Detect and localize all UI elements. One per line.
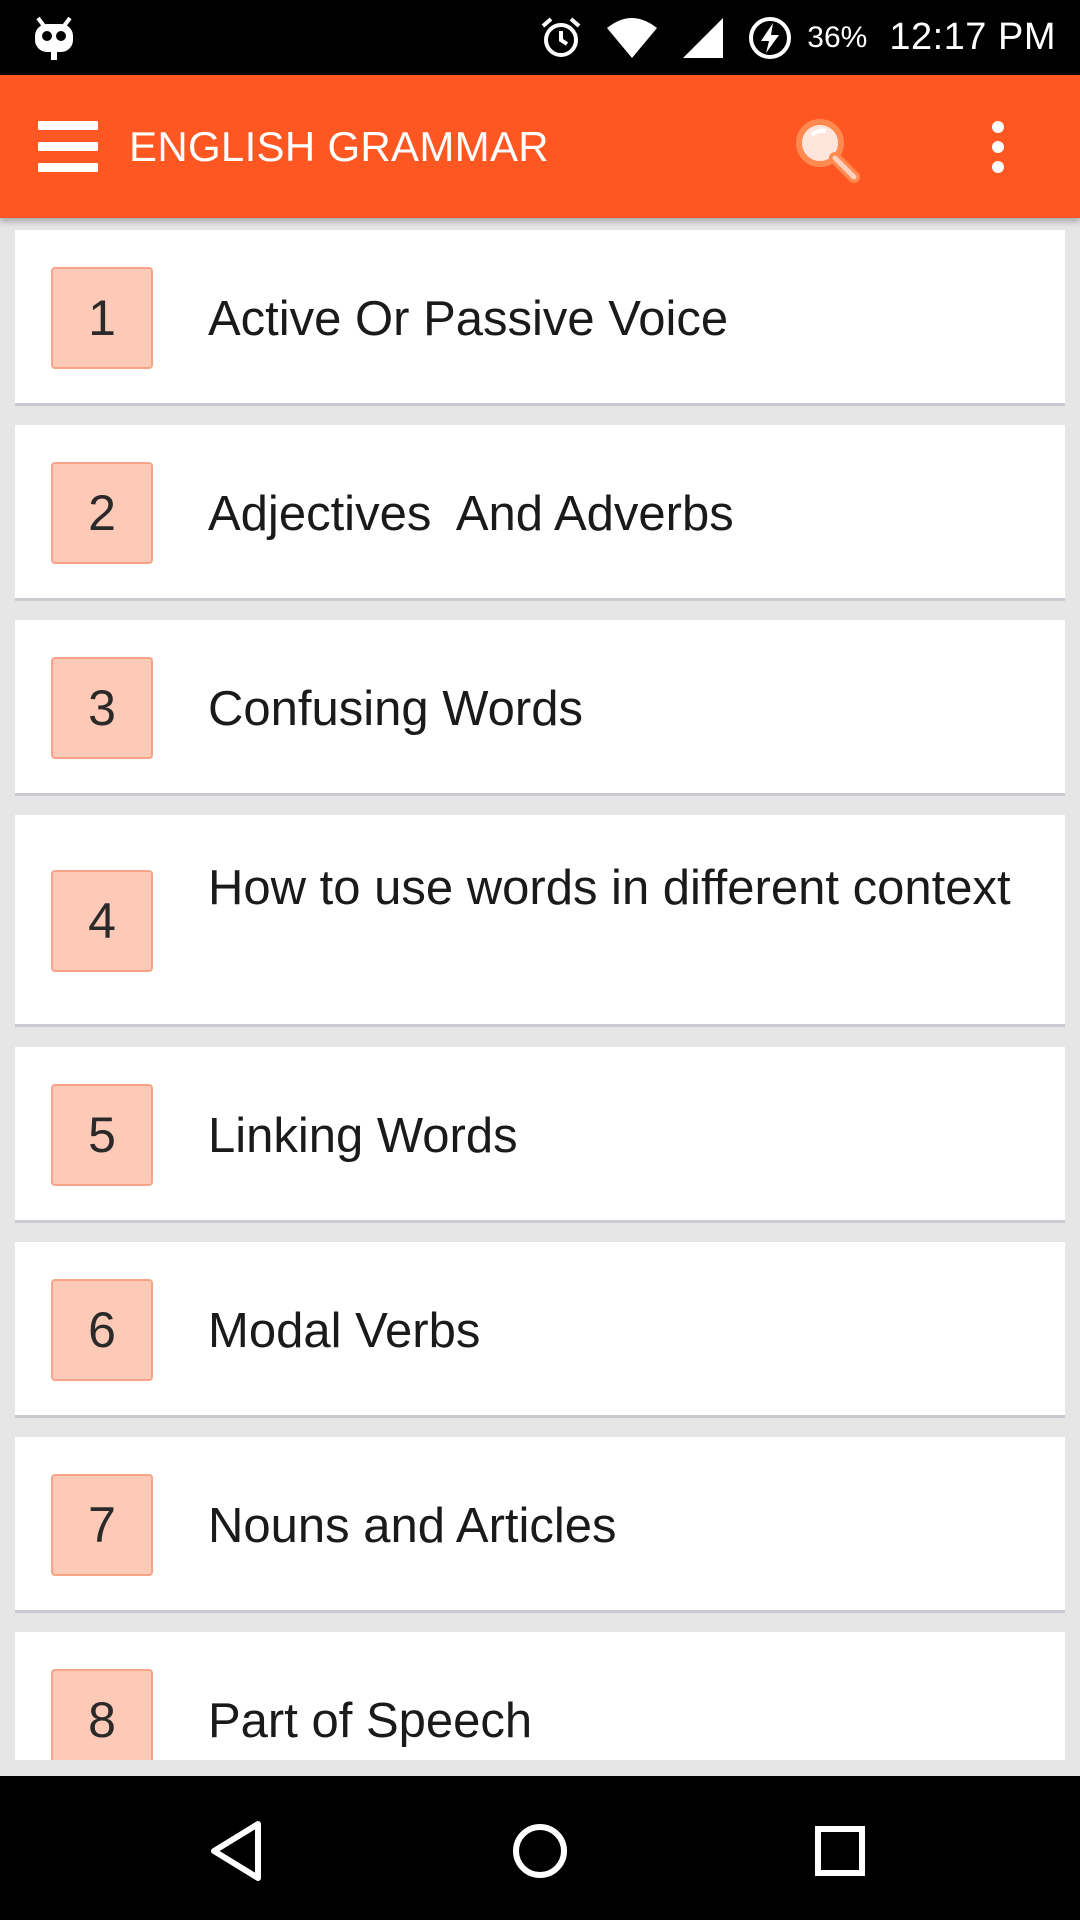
topic-title: Confusing Words (208, 682, 583, 736)
list-item[interactable]: 2 Adjectives And Adverbs (15, 425, 1065, 601)
list-item[interactable]: 1 Active Or Passive Voice (15, 230, 1065, 406)
topic-title: Linking Words (208, 1109, 518, 1163)
topic-list: 1 Active Or Passive Voice 2 Adjectives A… (15, 230, 1065, 1760)
cyanogenmod-bugdroid-icon (32, 14, 76, 67)
topic-number-badge: 4 (51, 870, 153, 972)
topic-number-badge: 1 (51, 267, 153, 369)
clock: 12:17 PM (889, 16, 1056, 58)
list-item[interactable]: 4 How to use words in different context (15, 815, 1065, 1027)
topic-number-badge: 5 (51, 1084, 153, 1186)
wifi-icon (605, 16, 659, 60)
list-item[interactable]: 3 Confusing Words (15, 620, 1065, 796)
cell-signal-icon (681, 16, 725, 60)
topic-title: Modal Verbs (208, 1304, 481, 1358)
list-item[interactable]: 5 Linking Words (15, 1047, 1065, 1223)
status-bar: 36% 12:17 PM (0, 0, 1080, 75)
topic-number-badge: 7 (51, 1474, 153, 1576)
list-item[interactable]: 6 Modal Verbs (15, 1242, 1065, 1418)
list-item[interactable]: 7 Nouns and Articles (15, 1437, 1065, 1613)
topic-number-badge: 2 (51, 462, 153, 564)
battery-charging-icon (747, 15, 793, 61)
topic-title: Active Or Passive Voice (208, 292, 729, 346)
topic-number-badge: 6 (51, 1279, 153, 1381)
topic-number-badge: 8 (51, 1669, 153, 1760)
topic-title: How to use words in different context (208, 861, 1011, 915)
home-icon[interactable] (500, 1816, 580, 1886)
topic-title: Part of Speech (208, 1694, 533, 1748)
topic-title: Nouns and Articles (208, 1499, 617, 1553)
search-icon[interactable] (790, 113, 864, 187)
alarm-icon (539, 16, 583, 60)
recents-icon[interactable] (800, 1816, 880, 1886)
app-title: ENGLISH GRAMMAR (129, 123, 549, 170)
back-icon[interactable] (200, 1816, 280, 1886)
menu-icon[interactable] (38, 121, 98, 173)
topic-number-badge: 3 (51, 657, 153, 759)
topic-title: Adjectives And Adverbs (208, 487, 734, 541)
battery-percent: 36% (807, 20, 868, 54)
list-item[interactable]: 8 Part of Speech (15, 1632, 1065, 1760)
navigation-bar (0, 1776, 1080, 1920)
app-bar: ENGLISH GRAMMAR (0, 75, 1080, 218)
more-vert-icon[interactable] (978, 113, 1018, 183)
